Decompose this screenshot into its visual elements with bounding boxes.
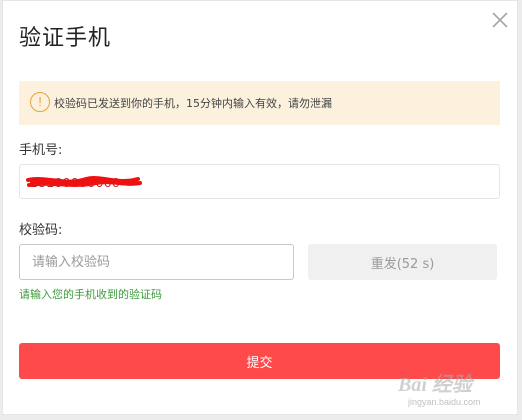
notice-text: 校验码已发送到你的手机，15分钟内输入有效，请勿泄漏 bbox=[54, 97, 332, 110]
verify-phone-dialog: 验证手机 ! 校验码已发送到你的手机，15分钟内输入有效，请勿泄漏 手机号: 1… bbox=[2, 0, 518, 415]
close-icon[interactable] bbox=[490, 10, 510, 30]
dialog-title: 验证手机 bbox=[19, 26, 112, 51]
redaction-scribble bbox=[26, 176, 142, 187]
code-hint: 请输入您的手机收到的验证码 bbox=[19, 288, 162, 301]
phone-number-field: 13100000000 bbox=[19, 164, 500, 199]
submit-button[interactable]: 提交 bbox=[19, 343, 500, 379]
phone-label: 手机号: bbox=[19, 143, 63, 158]
sms-sent-notice: ! 校验码已发送到你的手机，15分钟内输入有效，请勿泄漏 bbox=[19, 81, 500, 125]
code-label: 校验码: bbox=[19, 223, 63, 238]
resend-code-button[interactable]: 重发(52 s) bbox=[308, 244, 497, 280]
info-circle-icon: ! bbox=[30, 92, 50, 112]
verification-code-input[interactable] bbox=[19, 244, 294, 280]
